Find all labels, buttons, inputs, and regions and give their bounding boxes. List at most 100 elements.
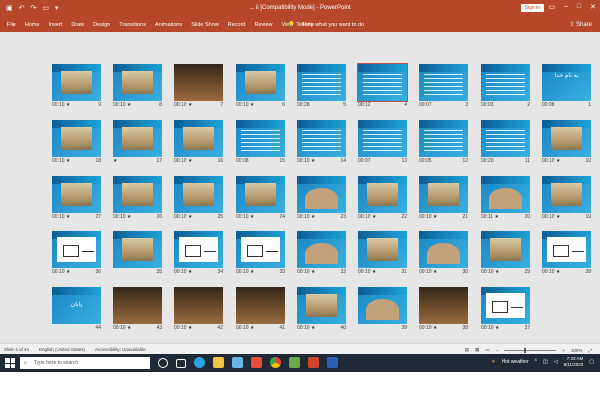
slide-thumbnail[interactable] [481,64,530,101]
app-icon[interactable] [289,357,300,368]
slide-number: 32 [340,269,346,275]
slide-thumbnail[interactable] [297,64,346,101]
slide-text-content [302,74,341,96]
slide-thumbnail[interactable] [236,287,285,324]
slide-thumbnail[interactable] [542,176,591,213]
windows-start-icon[interactable] [5,358,15,368]
edge-icon[interactable] [194,357,205,368]
ribbon-tab[interactable]: Design [93,22,110,28]
slide-photo [122,183,153,206]
slide-thumbnail[interactable] [481,287,530,324]
slide-thumbnail[interactable] [297,287,346,324]
share-label: Share [575,22,592,28]
ribbon-tab[interactable]: Insert [49,22,63,28]
slide-photo [236,287,285,324]
slide-meta: 00:10 ★ 42 [174,325,223,333]
slide-thumbnail[interactable] [236,64,285,101]
slide-thumbnail[interactable] [52,176,101,213]
slide-thumbnail[interactable] [236,120,285,157]
slide-thumbnail[interactable] [52,231,101,268]
ribbon-tab[interactable]: Transitions [119,22,146,28]
slide-thumbnail[interactable] [419,231,468,268]
slide-thumbnail[interactable] [357,63,408,102]
slide-thumbnail[interactable] [297,176,346,213]
slide-thumbnail[interactable] [52,64,101,101]
volume-icon[interactable]: ◁ [554,359,558,365]
slide-thumbnail[interactable] [419,176,468,213]
slide-thumbnail[interactable] [236,231,285,268]
ribbon-tab[interactable]: Animations [155,22,182,28]
slide-thumbnail[interactable] [174,64,223,101]
ribbon-tab[interactable]: Record [228,22,246,28]
minimize-icon[interactable]: – [564,3,568,11]
word-icon[interactable] [327,357,338,368]
slide-thumbnail[interactable] [113,287,162,324]
slide-thumbnail[interactable] [174,231,223,268]
clock[interactable]: 7:23 AM 8/11/2023 [564,356,584,368]
ribbon-display-icon[interactable]: ▭ [548,3,555,11]
slide-thumbnail[interactable] [542,231,591,268]
slide-thumbnail[interactable] [358,176,407,213]
slide-thumbnail[interactable]: به نام خدا [542,64,591,101]
slide-thumbnail[interactable] [419,287,468,324]
slide-thumbnail[interactable] [113,120,162,157]
slide-thumbnail[interactable] [481,176,530,213]
task-view-icon[interactable] [176,359,186,368]
slide-diagram [179,237,218,262]
zoom-out-icon[interactable]: − [496,348,499,353]
chrome-icon[interactable] [270,357,281,368]
slide-thumbnail[interactable]: پایان [52,287,101,324]
slide-thumbnail[interactable] [481,231,530,268]
accessibility-status[interactable]: Accessibility: Unavailable [95,347,146,352]
slide-thumbnail[interactable] [542,120,591,157]
slide-thumbnail[interactable] [358,231,407,268]
ribbon-tab[interactable]: Draw [71,22,84,28]
tell-me-search[interactable]: 💡 Tell me what you want to do [288,22,364,28]
slide-meta: 00:10 ★ 32 [297,269,346,277]
ribbon-tab[interactable]: Home [25,22,40,28]
reading-view-icon[interactable]: ▭ [485,347,489,353]
slide-thumbnail[interactable] [419,120,468,157]
cortana-icon[interactable] [158,358,168,368]
slide-thumbnail[interactable] [297,231,346,268]
zoom-level[interactable]: 100% [571,348,583,353]
slide-thumbnail[interactable] [52,120,101,157]
slide-thumbnail[interactable] [174,176,223,213]
tray-overflow-icon[interactable]: ^ [535,359,537,365]
share-button[interactable]: ⇪ Share [569,21,592,28]
fit-to-window-icon[interactable]: ⤢ [588,348,592,353]
close-icon[interactable]: ✕ [590,3,596,11]
powerpoint-icon[interactable] [308,357,319,368]
sign-in-button[interactable]: Sign in [520,4,544,12]
slide-photo [419,287,468,324]
slide-sorter-icon[interactable]: ▦ [475,347,479,353]
zoom-slider[interactable] [504,347,557,353]
normal-view-icon[interactable]: ▤ [465,347,469,353]
notifications-icon[interactable]: ▢ [589,359,594,365]
slide-thumbnail[interactable] [174,287,223,324]
ribbon-tab[interactable]: Review [254,22,272,28]
file-explorer-icon[interactable] [213,357,224,368]
network-icon[interactable]: ◫ [543,359,548,365]
slide-thumbnail[interactable] [174,120,223,157]
slide-thumbnail[interactable] [358,120,407,157]
photos-icon[interactable] [232,357,243,368]
slide-thumbnail[interactable] [419,64,468,101]
slide-thumbnail[interactable] [113,176,162,213]
maximize-icon[interactable]: □ [577,3,581,11]
slide-thumbnail[interactable] [113,231,162,268]
ribbon-tab[interactable]: Slide Show [191,22,219,28]
weather-text[interactable]: Hot weather [502,359,529,365]
zoom-in-icon[interactable]: + [562,348,565,353]
language-indicator[interactable]: English (United States) [39,347,85,352]
slide-thumbnail[interactable] [297,120,346,157]
slide-thumbnail[interactable] [236,176,285,213]
windows-taskbar: ⌕ Type here to search ☀ Hot weather ^ ◫ … [0,354,600,372]
weather-icon[interactable]: ☀ [491,359,495,365]
slide-thumbnail[interactable] [113,64,162,101]
taskbar-search-box[interactable]: ⌕ Type here to search [20,357,150,369]
ribbon-tab[interactable]: File [7,22,16,28]
app-icon[interactable] [251,357,262,368]
slide-thumbnail[interactable] [358,287,407,324]
slide-thumbnail[interactable] [481,120,530,157]
